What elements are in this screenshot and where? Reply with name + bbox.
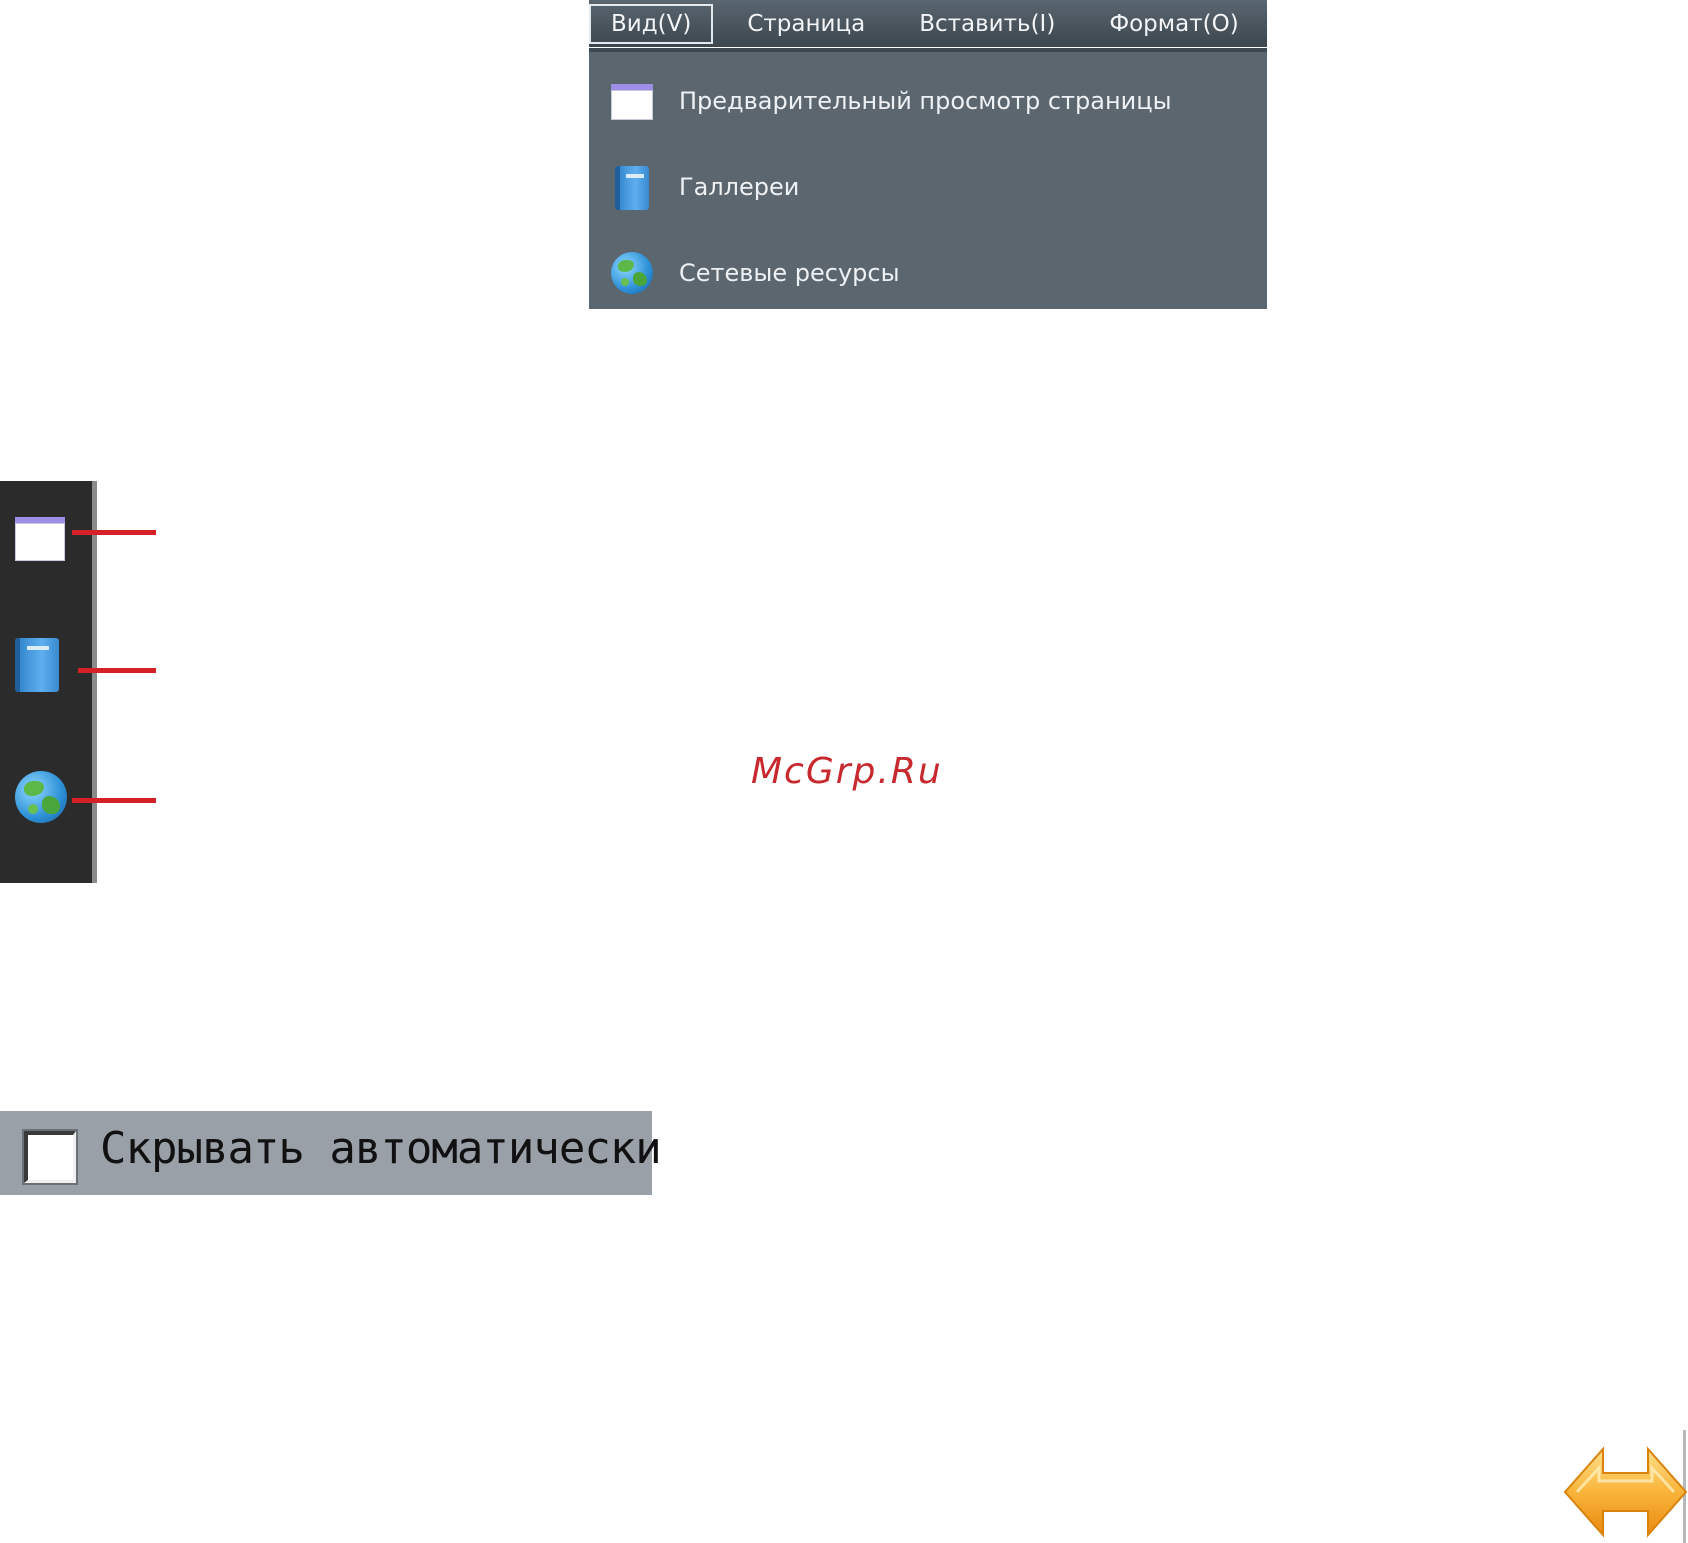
menu-item-label: Сетевые ресурсы — [679, 259, 900, 287]
book-icon[interactable] — [15, 638, 65, 692]
menu-format[interactable]: Формат(O) — [1089, 4, 1258, 44]
menu-insert[interactable]: Вставить(I) — [899, 4, 1075, 44]
autohide-option: Скрывать автоматически — [0, 1111, 662, 1195]
callout-line — [72, 530, 156, 535]
callout-line — [78, 668, 156, 673]
book-icon — [611, 166, 653, 210]
menu-item-label: Галлереи — [679, 173, 800, 201]
menu-item-network-resources[interactable]: Сетевые ресурсы — [589, 238, 1267, 308]
window-icon[interactable] — [15, 513, 65, 563]
menu-bar: Вид(V) Страница Вставить(I) Формат(O) — [589, 0, 1267, 47]
menu-item-galleries[interactable]: Галлереи — [589, 152, 1267, 222]
view-dropdown-menu: Предварительный просмотр страницы Галлер… — [589, 48, 1267, 309]
menu-view[interactable]: Вид(V) — [589, 3, 714, 44]
window-icon — [611, 80, 653, 122]
side-toolbar — [0, 481, 97, 883]
double-arrow-icon[interactable] — [1563, 1441, 1688, 1543]
autohide-checkbox[interactable] — [24, 1131, 76, 1183]
globe-icon[interactable] — [15, 771, 67, 823]
watermark: McGrp.Ru — [751, 751, 943, 792]
callout-line — [72, 798, 156, 803]
autohide-label[interactable]: Скрывать автоматически — [100, 1123, 662, 1174]
menu-item-page-preview[interactable]: Предварительный просмотр страницы — [589, 66, 1267, 136]
menu-item-label: Предварительный просмотр страницы — [679, 87, 1172, 115]
menu-page[interactable]: Страница — [727, 4, 885, 44]
globe-icon — [611, 252, 653, 294]
